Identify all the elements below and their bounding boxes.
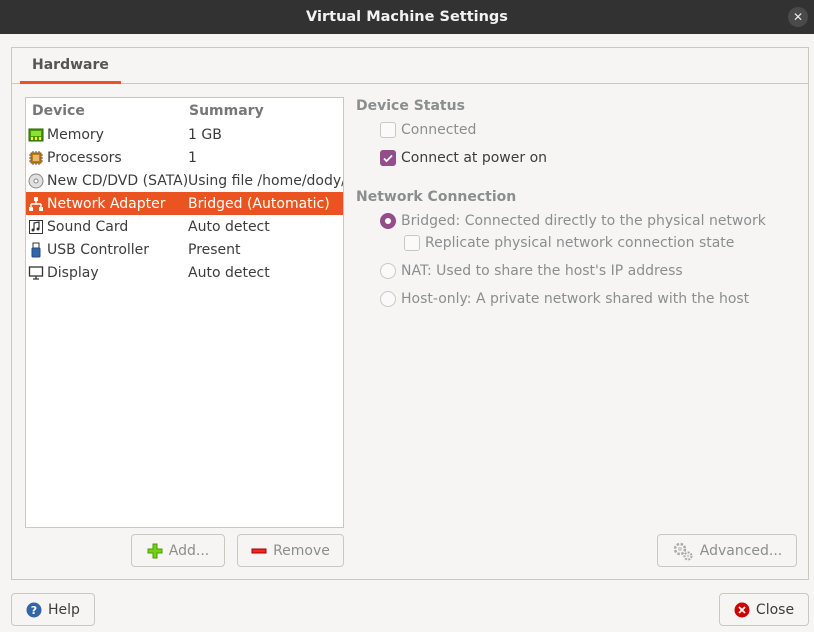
- connect-at-power-on-checkbox[interactable]: Connect at power on: [380, 150, 547, 166]
- nat-radio[interactable]: NAT: Used to share the host's IP address: [380, 263, 683, 279]
- nat-radio-button[interactable]: [380, 263, 396, 279]
- device-summary: Using file /home/dody/l: [188, 172, 343, 189]
- sound-icon: [29, 219, 43, 234]
- device-name: Processors: [47, 149, 122, 166]
- close-label: Close: [755, 601, 795, 618]
- replicate-check-box[interactable]: [404, 235, 420, 251]
- connected-check-box[interactable]: [380, 122, 396, 138]
- minus-icon: [251, 548, 267, 553]
- window-close-button[interactable]: ✕: [788, 7, 808, 27]
- close-icon: ✕: [792, 10, 804, 24]
- device-name: Sound Card: [47, 218, 129, 235]
- host-only-radio-button[interactable]: [380, 291, 396, 307]
- device-summary: 1 GB: [188, 126, 222, 143]
- device-row-sound-card[interactable]: Sound Card Auto detect: [26, 215, 343, 238]
- display-icon: [28, 265, 44, 280]
- connect-at-power-on-label: Connect at power on: [401, 150, 548, 166]
- bridged-radio-button[interactable]: [380, 213, 396, 229]
- column-header-summary[interactable]: Summary: [189, 103, 264, 119]
- window-title: Virtual Machine Settings: [306, 9, 508, 25]
- host-only-label: Host-only: A private network shared with…: [401, 291, 750, 307]
- advanced-label: Advanced...: [699, 542, 783, 559]
- device-summary: 1: [188, 149, 197, 166]
- help-label: Help: [48, 601, 80, 618]
- cd-dvd-icon: [28, 173, 44, 188]
- device-row-processors[interactable]: Processors 1: [26, 146, 343, 169]
- replicate-label: Replicate physical network connection st…: [425, 235, 735, 251]
- add-label: Add...: [168, 542, 210, 559]
- replicate-checkbox[interactable]: Replicate physical network connection st…: [404, 235, 734, 251]
- device-summary: Bridged (Automatic): [188, 195, 330, 212]
- device-name: Memory: [47, 126, 104, 143]
- connected-checkbox[interactable]: Connected: [380, 122, 476, 138]
- device-list: Device Summary Memory 1 GB Processors 1 …: [25, 97, 344, 528]
- checkmark-icon: [383, 154, 393, 163]
- usb-icon: [31, 242, 41, 257]
- host-only-radio[interactable]: Host-only: A private network shared with…: [380, 291, 749, 307]
- device-row-memory[interactable]: Memory 1 GB: [26, 123, 343, 146]
- close-button[interactable]: Close: [719, 593, 809, 626]
- close-circle-icon: [734, 602, 750, 617]
- help-button[interactable]: ? Help: [11, 593, 95, 626]
- bridged-radio[interactable]: Bridged: Connected directly to the physi…: [380, 213, 766, 229]
- device-row-network-adapter[interactable]: Network Adapter Bridged (Automatic): [26, 192, 343, 215]
- device-row-cd-dvd[interactable]: New CD/DVD (SATA) Using file /home/dody/…: [26, 169, 343, 192]
- device-summary: Auto detect: [188, 264, 270, 281]
- memory-icon: [28, 128, 44, 141]
- device-name: Network Adapter: [47, 195, 166, 212]
- processor-icon: [29, 150, 43, 165]
- plus-icon: [147, 543, 163, 558]
- device-name: USB Controller: [47, 241, 150, 258]
- tab-bar: Hardware: [12, 48, 808, 84]
- nat-label: NAT: Used to share the host's IP address: [401, 263, 683, 279]
- network-connection-title: Network Connection: [356, 189, 517, 205]
- help-icon: ?: [26, 602, 42, 617]
- svg-text:?: ?: [31, 604, 37, 617]
- device-summary: Auto detect: [188, 218, 270, 235]
- device-name: Display: [47, 264, 99, 281]
- settings-notebook: Hardware Device Summary Memory 1 GB Proc…: [11, 47, 809, 580]
- gears-icon: [673, 542, 693, 560]
- network-icon: [29, 196, 43, 211]
- device-summary: Present: [188, 241, 241, 258]
- advanced-button[interactable]: Advanced...: [657, 534, 797, 567]
- remove-device-button[interactable]: Remove: [237, 534, 344, 567]
- add-device-button[interactable]: Add...: [131, 534, 225, 567]
- device-row-display[interactable]: Display Auto detect: [26, 261, 343, 284]
- tab-hardware[interactable]: Hardware: [20, 48, 121, 84]
- device-status-title: Device Status: [356, 98, 465, 114]
- remove-label: Remove: [273, 542, 330, 559]
- title-bar: Virtual Machine Settings ✕: [0, 0, 814, 34]
- device-row-usb-controller[interactable]: USB Controller Present: [26, 238, 343, 261]
- connect-at-power-on-check-box[interactable]: [380, 150, 396, 166]
- bridged-label: Bridged: Connected directly to the physi…: [401, 213, 766, 229]
- column-header-device[interactable]: Device: [26, 103, 189, 119]
- device-list-header: Device Summary: [26, 98, 343, 123]
- device-name: New CD/DVD (SATA): [47, 172, 189, 189]
- connected-label: Connected: [401, 122, 477, 138]
